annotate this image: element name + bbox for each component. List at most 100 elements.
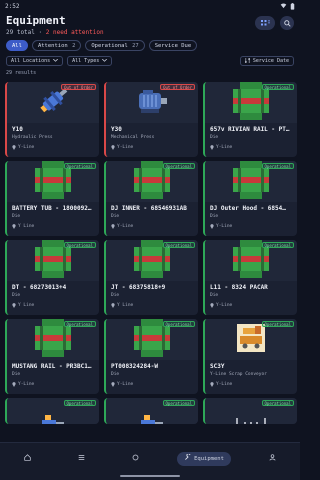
- equipment-thumbnail: Operational: [106, 398, 198, 424]
- equipment-card[interactable]: Operational DJ INNER - 68546931AB Die Y-Lin…: [104, 161, 198, 236]
- equipment-location: Y-Line: [111, 382, 194, 387]
- page-header: Equipment 29 total · 2 need attention: [0, 12, 300, 36]
- status-badge: Operational: [162, 242, 195, 248]
- filter-chip-all[interactable]: All: [6, 40, 28, 51]
- equipment-thumbnail: Operational: [7, 398, 99, 424]
- nav-item-circle[interactable]: [123, 452, 147, 466]
- equipment-card[interactable]: Operational DT - 68273013+4 Die Y Line: [5, 240, 99, 315]
- equipment-type: Die: [12, 214, 21, 219]
- location-pin-icon: [111, 145, 115, 150]
- equipment-thumbnail: Operational: [205, 319, 297, 360]
- equipment-thumbnail: Operational: [205, 161, 297, 202]
- person-icon: [269, 454, 277, 463]
- equipment-card[interactable]: Operational 657v RIVIAN RAIL - PT00… Die Y-…: [203, 82, 297, 157]
- status-badge: Operational: [261, 321, 294, 327]
- nav-item-home[interactable]: [15, 452, 39, 466]
- status-badge: Operational: [261, 400, 294, 406]
- location-pin-icon: [12, 382, 16, 387]
- status-time: 2:52: [5, 2, 20, 10]
- page-subtitle: 29 total · 2 need attention: [6, 29, 294, 36]
- equipment-location: Y-Line: [210, 303, 293, 308]
- conveyor-icon: [235, 322, 267, 358]
- equipment-card[interactable]: Operational SC3Y Y-Line Scrap Conveyor Y-Li…: [203, 319, 297, 394]
- status-badge: Operational: [162, 163, 195, 169]
- equipment-type: Y-Line Scrap Conveyor: [210, 372, 267, 377]
- equipment-card[interactable]: Out of Order Y10 Hydraulic Press Y-Line: [5, 82, 99, 157]
- sort-button[interactable]: Service Date: [239, 55, 294, 66]
- equipment-name: 657v RIVIAN RAIL - PT00…: [210, 126, 293, 133]
- equipment-card[interactable]: Operational JT - 68375818+9 Die Y Line: [104, 240, 198, 315]
- card-info: BATTERY TUB - 1800092S1… Die Y Line: [7, 202, 99, 229]
- chevron-down-icon: [102, 59, 108, 62]
- equipment-name: JT - 68375818+9: [111, 284, 166, 291]
- equipment-type: Die: [111, 293, 120, 298]
- status-badge: Out of Order: [61, 84, 96, 90]
- equipment-type: Die: [12, 293, 21, 298]
- equipment-name: DJ INNER - 68546931AB: [111, 205, 187, 212]
- search-button[interactable]: [280, 16, 294, 30]
- nav-item-list[interactable]: [69, 452, 93, 466]
- equipment-thumbnail: Operational: [205, 240, 297, 281]
- location-label: Y-Line: [18, 145, 35, 150]
- equipment-thumbnail: Out of Order: [7, 82, 99, 123]
- equipment-name: SC3Y: [210, 363, 225, 370]
- equipment-card[interactable]: Operational: [104, 398, 198, 424]
- wifi-icon: [280, 3, 287, 9]
- equipment-thumbnail: Operational: [7, 161, 99, 202]
- robot-icon: [137, 412, 167, 424]
- status-badge: Operational: [261, 84, 294, 90]
- card-info: Y30 Mechanical Press Y-Line: [106, 123, 198, 150]
- status-badge: Operational: [162, 321, 195, 327]
- circle-icon: [132, 454, 139, 463]
- filter-chip-attention[interactable]: Attention 2: [31, 40, 82, 51]
- status-badge: Operational: [63, 321, 96, 327]
- nav-item-wrench[interactable]: Equipment: [177, 451, 231, 466]
- grid-icon: [260, 19, 270, 25]
- equipment-card[interactable]: Operational DJ Outer Hood - 6854… Die Y-Lin…: [203, 161, 297, 236]
- equipment-name: MUSTANG RAIL - PR3BC101…: [12, 363, 95, 370]
- equipment-location: Y-Line: [111, 145, 194, 150]
- total-count: 29 total: [6, 29, 35, 36]
- location-pin-icon: [210, 145, 214, 150]
- status-icons: [280, 2, 295, 10]
- equipment-card[interactable]: Out of Order Y30 Mechanical Press Y-Line: [104, 82, 198, 157]
- equipment-card[interactable]: Operational: [203, 398, 297, 424]
- results-count: 29 results: [6, 70, 37, 76]
- filter-row: All Locations All Types Service Date: [0, 52, 300, 66]
- equipment-type: Die: [111, 214, 120, 219]
- header-actions: [255, 16, 294, 30]
- home-indicator: [120, 475, 180, 477]
- status-badge: Out of Order: [160, 84, 195, 90]
- equipment-card[interactable]: Operational L11 - 8324 PACAR Die Y-Line: [203, 240, 297, 315]
- filter-chip-service-due[interactable]: Service Due: [148, 40, 198, 51]
- location-pin-icon: [111, 224, 115, 229]
- nav-item-person[interactable]: [261, 452, 285, 466]
- equipment-type: Die: [111, 372, 120, 377]
- wrench-icon: [184, 453, 191, 463]
- list-icon: [78, 454, 85, 463]
- equipment-location: Y Line: [12, 303, 95, 308]
- filter-chip-operational[interactable]: Operational 27: [85, 40, 145, 51]
- chip-label: Operational: [91, 43, 128, 49]
- equipment-thumbnail: Operational: [106, 161, 198, 202]
- location-pin-icon: [210, 303, 214, 308]
- card-info: L11 - 8324 PACAR Die Y-Line: [205, 281, 297, 308]
- status-badge: Operational: [162, 400, 195, 406]
- equipment-name: DT - 68273013+4: [12, 284, 67, 291]
- equipment-type: Hydraulic Press: [12, 135, 53, 140]
- chip-count: 2: [72, 43, 76, 49]
- location-filter[interactable]: All Locations: [6, 55, 64, 66]
- equipment-card[interactable]: Operational: [5, 398, 99, 424]
- equipment-card[interactable]: Operational PT008324284-W Die Y-Line: [104, 319, 198, 394]
- nav-label: Equipment: [194, 455, 224, 462]
- equipment-name: Y10: [12, 126, 23, 133]
- status-bar: 2:52: [0, 0, 300, 12]
- view-toggle-button[interactable]: [255, 16, 275, 30]
- location-label: Y-Line: [216, 224, 233, 229]
- equipment-card[interactable]: Operational BATTERY TUB - 1800092S1… Die Y …: [5, 161, 99, 236]
- location-pin-icon: [111, 303, 115, 308]
- location-label: Y-Line: [216, 382, 233, 387]
- type-filter[interactable]: All Types: [67, 55, 113, 66]
- equipment-card[interactable]: Operational MUSTANG RAIL - PR3BC101… Die Y-…: [5, 319, 99, 394]
- search-icon: [283, 19, 291, 27]
